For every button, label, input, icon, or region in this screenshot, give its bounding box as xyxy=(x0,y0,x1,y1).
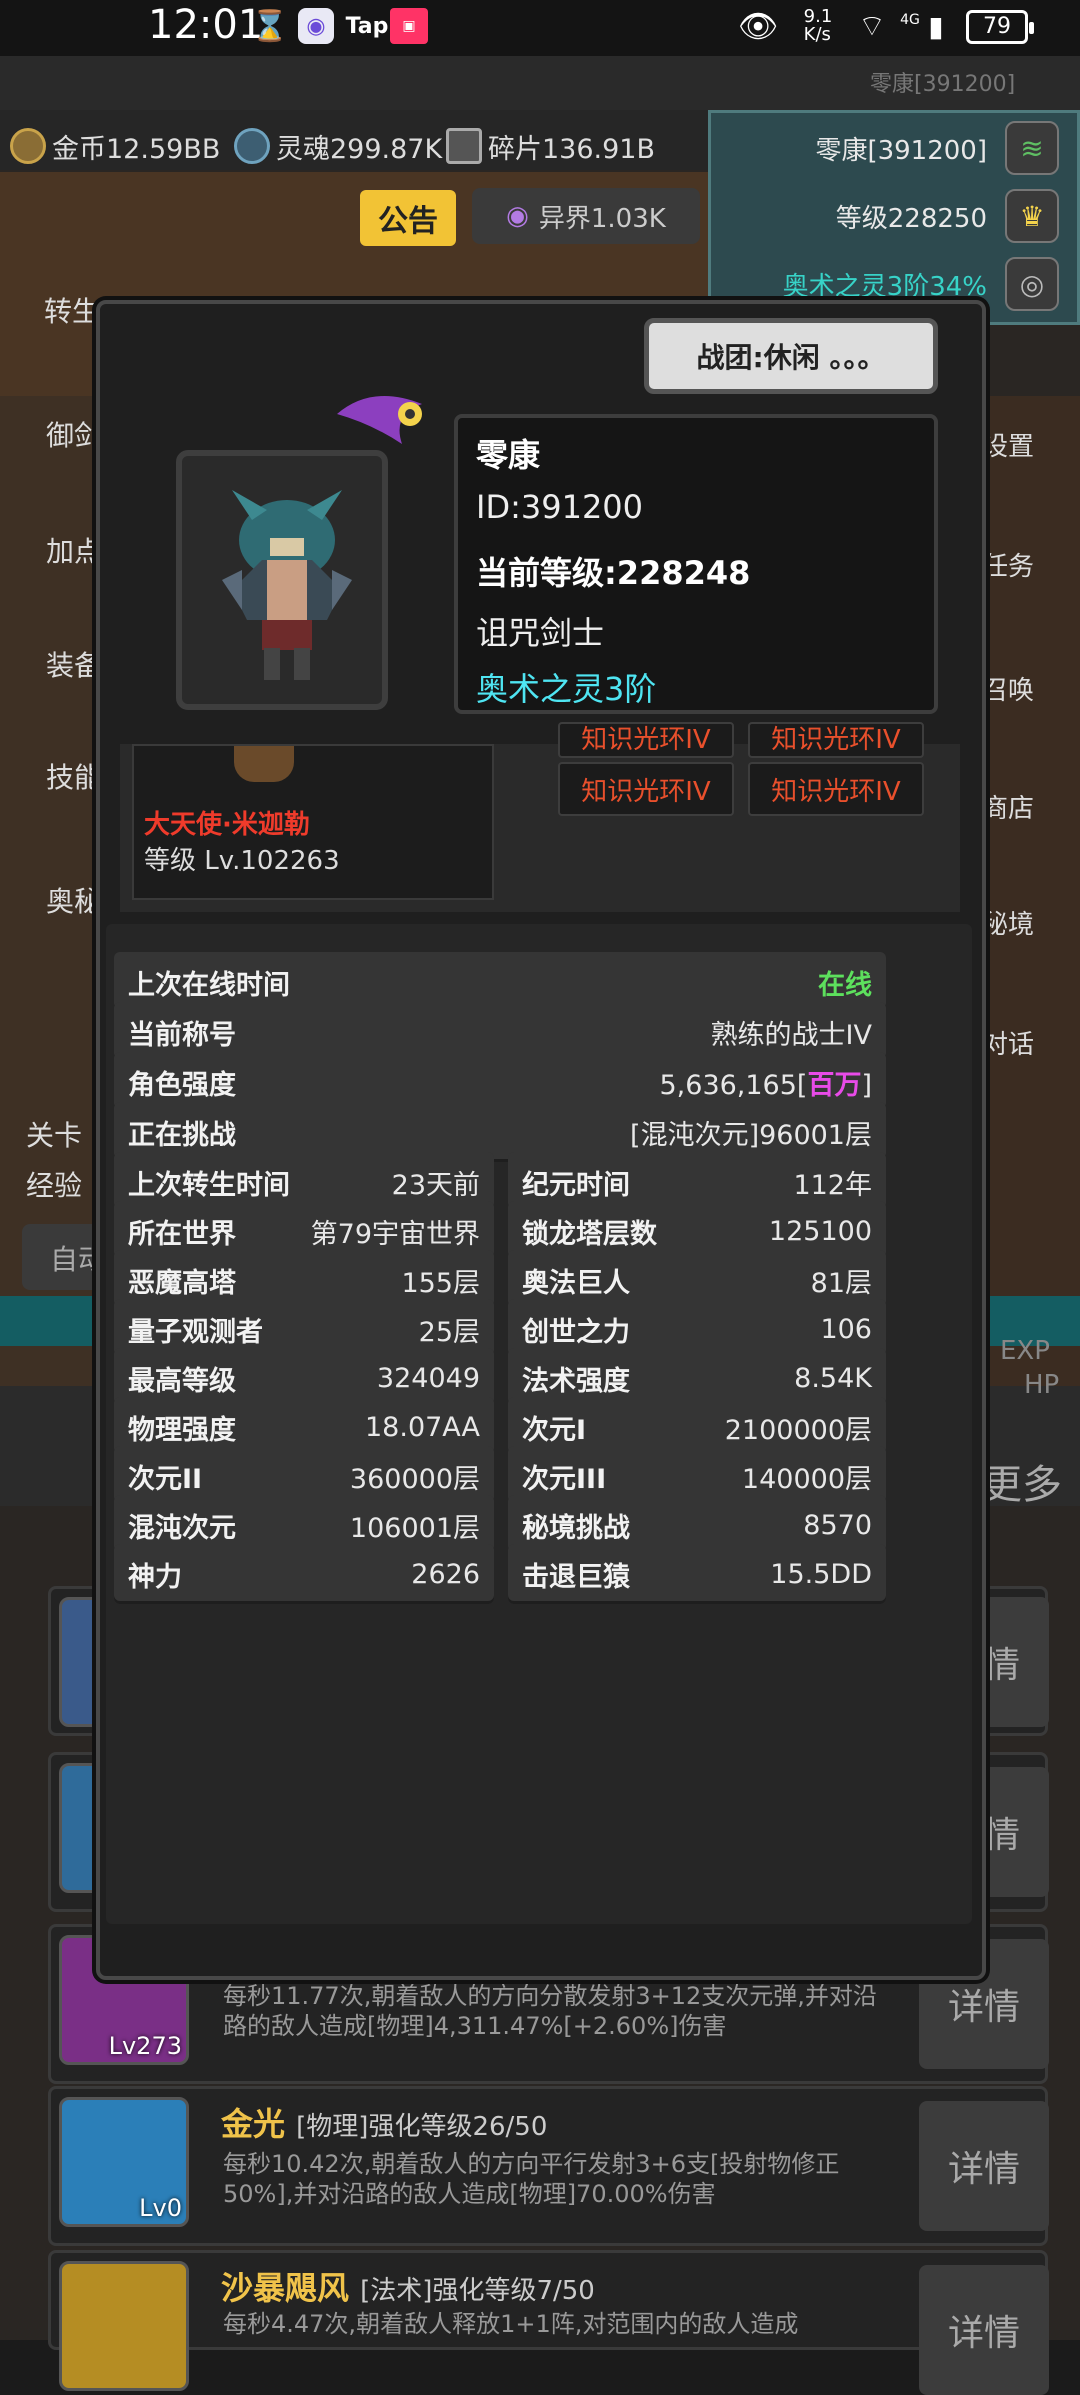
pet-level: 等级 Lv.102263 xyxy=(144,846,340,876)
battery-indicator: 79 xyxy=(966,10,1034,44)
side-menu-settings[interactable]: 设置 xyxy=(982,426,1080,463)
gold-counter: 金币12.59BB xyxy=(10,116,220,176)
side-menu-shop[interactable]: 商店 xyxy=(982,788,1080,825)
skill-title: 金光 [物理]强化等级26/50 xyxy=(221,2105,548,2143)
halo-badge[interactable]: 知识光环IV xyxy=(558,762,734,816)
otherworld-counter[interactable]: ◉ 异界1.03K xyxy=(472,188,700,244)
halo-badge[interactable]: 知识光环IV xyxy=(748,722,924,758)
online-status: 在线 xyxy=(818,969,872,1001)
exp-label: EXP xyxy=(1000,1336,1050,1366)
network-speed: 9.1 K/s xyxy=(803,6,833,45)
bilibili-icon: ▣ xyxy=(390,8,428,44)
skill-description: 每秒10.42次,朝着敌人的方向平行发射3+6支[投射物修正50%],并对沿路的… xyxy=(223,2150,840,2208)
skill-card: 沙暴飓风 [法术]强化等级7/50 每秒4.47次,朝着敌人释放1+1阵,对范围… xyxy=(48,2250,1049,2395)
halo-badge[interactable]: 知识光环IV xyxy=(748,762,924,816)
pet-card[interactable]: 大天使·米迦勒 等级 Lv.102263 xyxy=(132,744,494,900)
stat-row: 击退巨猿 15.5DD xyxy=(508,1544,886,1604)
swirl-icon: ◎ xyxy=(1005,257,1059,311)
gold-coin-icon xyxy=(10,128,46,164)
player-name-faint: 零康[391200] xyxy=(870,72,1016,97)
signal-icon: ▮ xyxy=(928,9,944,43)
team-status-button[interactable]: 战团:休闲 。。。 xyxy=(644,318,938,394)
side-menu-dialog[interactable]: 对话 xyxy=(982,1024,1080,1061)
leaf-icon: ≋ xyxy=(1005,121,1059,175)
player-name: 零康[391200] xyxy=(815,135,987,166)
skill-icon: Lv0 xyxy=(59,2097,189,2227)
side-menu-secret[interactable]: 秘境 xyxy=(982,904,1080,941)
side-menu-summon[interactable]: 召唤 xyxy=(982,670,1080,707)
skill-description: 每秒11.77次,朝着敌人的方向分散发射3+12支次元弹,并对沿路的敌人造成[物… xyxy=(223,1982,877,2040)
player-class: 诅咒剑士 xyxy=(476,614,605,652)
pet-image xyxy=(234,746,294,782)
player-name: 零康 xyxy=(476,436,541,474)
app-notification-icon: ◉ xyxy=(298,8,334,44)
title-wing-icon xyxy=(337,396,422,444)
wifi-icon: ⌔ xyxy=(857,9,887,44)
player-info-dialog: 战团:休闲 。。。 零康 ID:391200 当前等级:228248 诅咒剑士 … xyxy=(96,300,986,1980)
fragment-counter: 碎片136.91B xyxy=(446,116,655,176)
power-unit: 百万 xyxy=(807,1069,862,1101)
vortex-icon: ◉ xyxy=(506,201,529,231)
pet-name: 大天使·米迦勒 xyxy=(144,810,310,840)
clock: 12:01 xyxy=(148,2,264,48)
more-button[interactable]: 更多 xyxy=(982,1452,1080,1510)
skill-description: 每秒4.47次,朝着敌人释放1+1阵,对范围内的敌人造成 xyxy=(223,2310,799,2338)
avatar-frame xyxy=(176,450,388,710)
halo-badge[interactable]: 知识光环IV xyxy=(558,722,734,758)
player-level: 等级228250 xyxy=(835,203,987,234)
skill-icon xyxy=(59,2261,189,2391)
status-bar: 12:01 ⌛ ◉ Tap ▣ 👁 9.1 K/s ⌔ 4G ▮ 79 xyxy=(0,0,1080,56)
current-level: 当前等级:228248 xyxy=(476,554,751,592)
side-menu-tasks[interactable]: 任务 xyxy=(982,546,1080,583)
hourglass-icon: ⌛ xyxy=(251,8,289,44)
skill-detail-button[interactable]: 详情 xyxy=(919,2101,1049,2231)
skill-detail-button[interactable]: 详情 xyxy=(919,2265,1049,2395)
player-summary-panel[interactable]: 零康[391200] ≋ 等级228250 ♛ 奥术之灵3阶34% ◎ xyxy=(708,110,1080,325)
character-avatar xyxy=(222,490,352,680)
gear-section: 大天使·米迦勒 等级 Lv.102263 知识光环IV 知识光环IV 知识光环I… xyxy=(120,722,960,912)
hp-label: HP xyxy=(1024,1370,1060,1400)
notice-button[interactable]: 公告 xyxy=(360,190,456,246)
player-info-box: 零康 ID:391200 当前等级:228248 诅咒剑士 奥术之灵3阶 xyxy=(454,414,938,714)
arcane-progress: 奥术之灵3阶34% xyxy=(782,271,987,302)
soul-counter: 灵魂299.87K xyxy=(234,116,442,176)
soul-icon xyxy=(234,128,270,164)
eye-icon: 👁 xyxy=(737,7,779,45)
fragment-icon xyxy=(446,128,482,164)
crown-icon: ♛ xyxy=(1005,189,1059,243)
network-type: 4G xyxy=(900,12,920,28)
tap-icon: Tap xyxy=(345,13,389,39)
arcane-rank: 奥术之灵3阶 xyxy=(476,670,657,708)
skill-card: Lv0 金光 [物理]强化等级26/50 每秒10.42次,朝着敌人的方向平行发… xyxy=(48,2086,1049,2246)
stats-area: 上次在线时间 在线 当前称号 熟练的战士IV 角色强度 5,636,165[百万… xyxy=(106,924,972,1924)
skill-title: 沙暴飓风 [法术]强化等级7/50 xyxy=(221,2269,595,2307)
stat-row: 神力 2626 xyxy=(114,1544,494,1604)
player-id: ID:391200 xyxy=(476,488,644,526)
